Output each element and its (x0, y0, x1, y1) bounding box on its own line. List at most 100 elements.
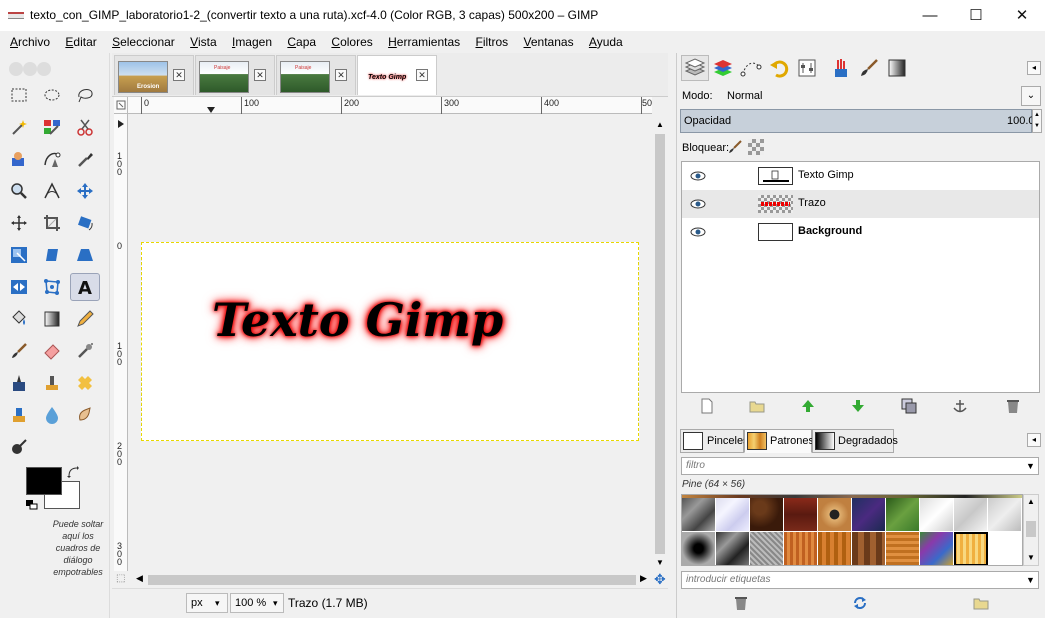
pattern-tile[interactable] (920, 532, 954, 565)
foreground-select-icon[interactable] (4, 145, 34, 173)
vertical-scrollbar[interactable]: ▲ ▼ (652, 114, 668, 571)
pattern-tile[interactable] (682, 498, 716, 532)
rect-select-icon[interactable] (4, 81, 34, 109)
move-icon[interactable] (70, 177, 100, 205)
pattern-tile[interactable] (818, 532, 852, 565)
pattern-filter-field[interactable]: filtro ▼ (681, 457, 1039, 475)
dock-menu-icon[interactable]: ◂ (1027, 433, 1041, 447)
new-layer-group-icon[interactable] (749, 398, 765, 414)
chevron-down-icon[interactable]: ▼ (1026, 572, 1035, 588)
mode-dropdown-chevron-icon[interactable]: ⌄ (1021, 86, 1041, 106)
pattern-tile[interactable] (784, 498, 818, 532)
eye-icon[interactable] (690, 169, 706, 183)
unit-select[interactable]: px ▾ (186, 593, 228, 613)
ruler-corner-button[interactable] (114, 97, 128, 114)
pattern-tile-selected[interactable] (954, 532, 988, 565)
close-tab-icon[interactable]: ✕ (335, 69, 347, 81)
delete-pattern-icon[interactable] (733, 595, 749, 611)
close-tab-icon[interactable]: ✕ (416, 69, 428, 81)
lower-layer-icon[interactable] (850, 398, 866, 414)
pattern-tile[interactable] (954, 498, 988, 532)
scale-icon[interactable] (4, 241, 34, 269)
eye-icon[interactable] (690, 225, 706, 239)
dodge-burn-icon[interactable] (4, 433, 34, 461)
select-by-color-icon[interactable] (37, 113, 67, 141)
tab-gradients[interactable]: Degradados (812, 429, 898, 453)
crop-icon[interactable] (37, 209, 67, 237)
gradient-tab-icon[interactable] (883, 55, 911, 81)
menu-filtros[interactable]: Filtros (473, 31, 510, 53)
paintbrush-icon[interactable] (4, 337, 34, 365)
close-tab-icon[interactable]: ✕ (254, 69, 266, 81)
pattern-tile[interactable] (682, 532, 716, 565)
measure-icon[interactable] (37, 177, 67, 205)
brushes-tab-icon[interactable] (827, 55, 855, 81)
mode-value[interactable]: Normal (727, 90, 762, 102)
minimize-button[interactable]: — (907, 0, 953, 31)
foreground-color-swatch-top[interactable] (26, 467, 62, 495)
image-tab-active[interactable]: Texto Gimp ✕ (357, 55, 437, 95)
cage-transform-icon[interactable] (37, 273, 67, 301)
align-icon[interactable] (4, 209, 34, 237)
zoom-icon[interactable] (4, 177, 34, 205)
perspective-clone-icon[interactable] (4, 401, 34, 429)
scroll-down-icon[interactable]: ▼ (1027, 553, 1035, 562)
opacity-spin-icon[interactable]: ▲ ▼ (1032, 109, 1042, 133)
layer-row[interactable]: Trazo (682, 190, 1039, 218)
image-tab[interactable]: Erosion ✕ (114, 55, 194, 95)
patterns-grid[interactable] (681, 494, 1023, 566)
flip-icon[interactable] (4, 273, 34, 301)
image-canvas[interactable]: Texto Gimp (141, 242, 639, 441)
quick-mask-icon[interactable]: ⬚ (116, 573, 125, 584)
paths-tab-icon[interactable] (737, 55, 765, 81)
pattern-tile[interactable] (852, 498, 886, 532)
menu-ayuda[interactable]: Ayuda (587, 31, 625, 53)
menu-herramientas[interactable]: Herramientas (386, 31, 462, 53)
navigate-icon[interactable]: ✥ (654, 571, 666, 588)
pencil-icon[interactable] (70, 305, 100, 333)
menu-seleccionar[interactable]: Seleccionar (110, 31, 177, 53)
shear-icon[interactable] (37, 241, 67, 269)
pattern-tile[interactable] (750, 498, 784, 532)
fuzzy-select-icon[interactable] (4, 113, 34, 141)
horizontal-ruler[interactable]: 0 100 200 300 400 50 (128, 97, 652, 114)
undo-history-tab-icon[interactable] (765, 55, 793, 81)
menu-vista[interactable]: Vista (188, 31, 218, 53)
menu-ventanas[interactable]: Ventanas (522, 31, 576, 53)
vertical-ruler[interactable]: 1 0 0 0 1 0 0 2 0 0 3 0 0 (114, 114, 128, 571)
pattern-tile[interactable] (920, 498, 954, 532)
scroll-thumb[interactable] (655, 134, 665, 554)
pattern-tile[interactable] (818, 498, 852, 532)
menu-archivo[interactable]: Archivo (8, 31, 52, 53)
tool-options-tab-icon[interactable] (793, 55, 821, 81)
dock-menu-icon[interactable]: ◂ (1027, 61, 1041, 75)
perspective-icon[interactable] (70, 241, 100, 269)
scroll-down-icon[interactable]: ▼ (656, 558, 664, 567)
pattern-tile[interactable] (852, 532, 886, 565)
default-colors-icon[interactable] (26, 499, 38, 510)
tab-brushes[interactable]: Pinceles (680, 429, 749, 453)
bucket-fill-icon[interactable] (4, 305, 34, 333)
paintbrush-tab-icon[interactable] (855, 55, 883, 81)
scroll-up-icon[interactable]: ▲ (656, 120, 664, 129)
menu-capa[interactable]: Capa (285, 31, 318, 53)
pattern-tile[interactable] (988, 498, 1022, 532)
blur-sharpen-icon[interactable] (37, 401, 67, 429)
horizontal-scrollbar[interactable]: ⬚ ◀ ▶ ✥ (116, 571, 666, 587)
pattern-tile[interactable] (716, 498, 750, 532)
eraser-icon[interactable] (37, 337, 67, 365)
close-button[interactable]: ✕ (999, 0, 1045, 31)
smudge-icon[interactable] (70, 401, 100, 429)
new-layer-icon[interactable] (699, 398, 715, 414)
layers-tab-icon[interactable] (681, 55, 709, 81)
ellipse-select-icon[interactable] (37, 81, 67, 109)
layer-row[interactable]: Texto Gimp (682, 162, 1039, 190)
image-tab[interactable]: Paisaje ✕ (276, 55, 356, 95)
tab-patterns[interactable]: Patrones (744, 429, 814, 453)
blend-icon[interactable] (37, 305, 67, 333)
text-tool-icon[interactable]: A (70, 273, 100, 301)
pattern-tile[interactable] (886, 498, 920, 532)
pattern-tile[interactable] (784, 532, 818, 565)
clone-icon[interactable] (37, 369, 67, 397)
scroll-right-icon[interactable]: ▶ (640, 573, 647, 584)
